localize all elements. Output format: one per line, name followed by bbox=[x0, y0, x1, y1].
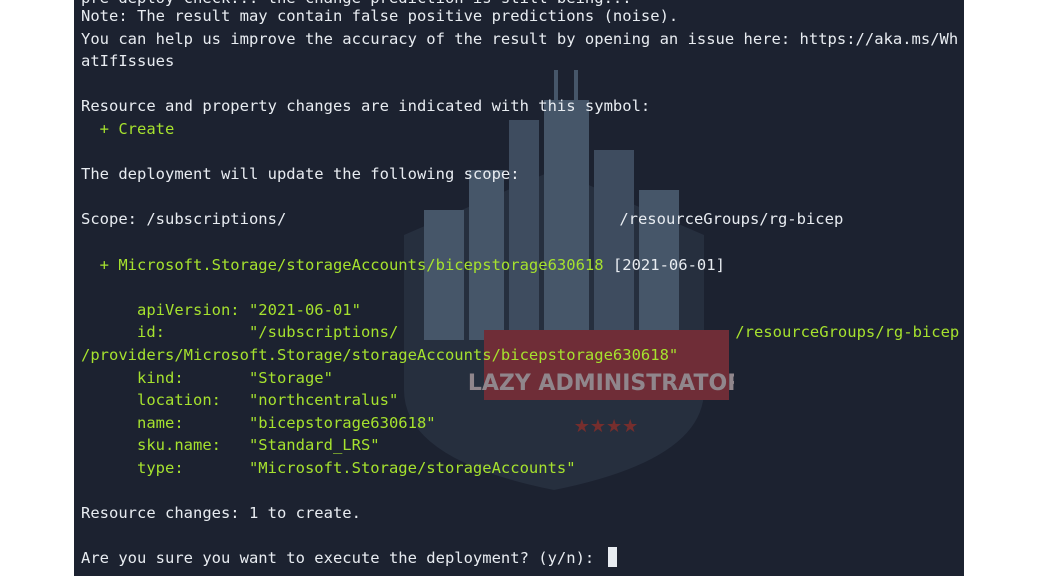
line-prompt[interactable]: Are you sure you want to execute the dep… bbox=[81, 547, 617, 569]
terminal-cursor[interactable] bbox=[607, 547, 617, 567]
scope-prefix: Scope: /subscriptions/ bbox=[81, 210, 287, 228]
line-help-1: You can help us improve the accuracy of … bbox=[81, 30, 959, 48]
line-update-scope: The deployment will update the following… bbox=[81, 165, 520, 183]
line-id-2: /providers/Microsoft.Storage/storageAcco… bbox=[81, 346, 679, 364]
line-resource: + Microsoft.Storage/storageAccounts/bice… bbox=[81, 254, 725, 276]
line-kind: kind: "Storage" bbox=[81, 369, 333, 387]
id-prefix: id: "/subscriptions/ bbox=[81, 323, 399, 341]
terminal-window[interactable]: LAZY ADMINISTRATOR ★★★★ pre-deploy check… bbox=[74, 0, 964, 576]
watermark-text: LAZY ADMINISTRATOR bbox=[468, 371, 734, 396]
line-type: type: "Microsoft.Storage/storageAccounts… bbox=[81, 459, 576, 477]
line-id: id: "/subscriptions/ /resourceGroups/rg-b… bbox=[81, 321, 959, 343]
line-sku: sku.name: "Standard_LRS" bbox=[81, 436, 380, 454]
line-scope: Scope: /subscriptions/ /resourceGroups/rg… bbox=[81, 208, 843, 230]
watermark-stars: ★★★★ bbox=[574, 416, 639, 437]
resource-plus: + bbox=[81, 256, 119, 274]
line-summary: Resource changes: 1 to create. bbox=[81, 504, 361, 522]
resource-name: Microsoft.Storage/storageAccounts/biceps… bbox=[118, 256, 604, 274]
line-create-symbol: + Create bbox=[81, 120, 175, 138]
redacted-id-subscription bbox=[398, 331, 735, 335]
line-help-2: atIfIssues bbox=[81, 52, 175, 70]
prompt-text: Are you sure you want to execute the dep… bbox=[81, 549, 604, 567]
line-symbols: Resource and property changes are indica… bbox=[81, 97, 651, 115]
lazy-administrator-watermark: LAZY ADMINISTRATOR ★★★★ bbox=[404, 70, 734, 490]
resource-version: [2021-06-01] bbox=[603, 256, 725, 274]
line-note: Note: The result may contain false posit… bbox=[81, 7, 679, 25]
scope-suffix: /resourceGroups/rg-bicep bbox=[619, 210, 844, 228]
redacted-subscription bbox=[286, 218, 619, 222]
line-name: name: "bicepstorage630618" bbox=[81, 414, 436, 432]
line-apiversion: apiVersion: "2021-06-01" bbox=[81, 301, 361, 319]
id-suffix: /resourceGroups/rg-bicep bbox=[735, 323, 960, 341]
line-location: location: "northcentralus" bbox=[81, 391, 399, 409]
